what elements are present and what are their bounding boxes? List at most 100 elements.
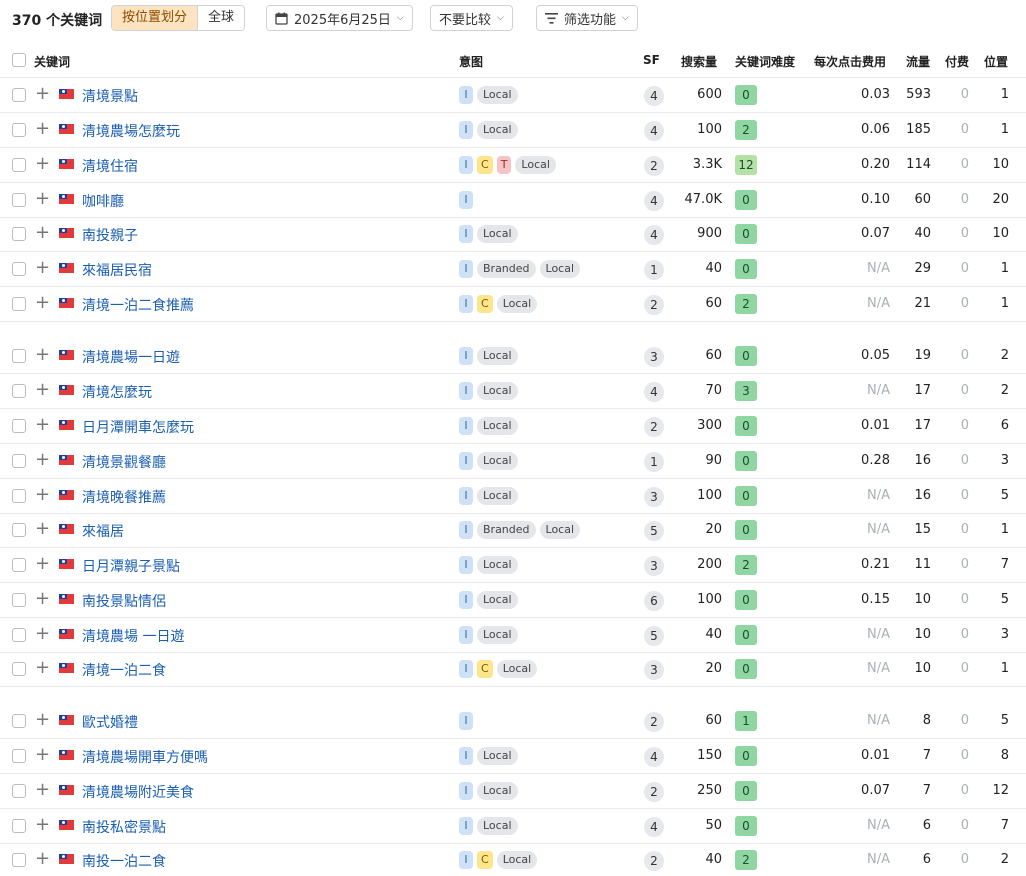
serp-features-count[interactable]: 4	[644, 86, 664, 106]
serp-features-count[interactable]: 3	[644, 660, 664, 680]
keyword-link[interactable]: 日月潭開車怎麼玩	[82, 417, 194, 437]
serp-features-count[interactable]: 5	[644, 626, 664, 646]
serp-features-count[interactable]: 1	[644, 260, 664, 280]
serp-features-count[interactable]: 2	[644, 851, 664, 871]
add-icon[interactable]: +	[35, 519, 50, 539]
position-value[interactable]: 8	[1001, 748, 1009, 763]
by-location-button[interactable]: 按位置划分	[112, 6, 198, 30]
position-value[interactable]: 1	[1001, 296, 1009, 311]
keyword-link[interactable]: 清境景觀餐廳	[82, 452, 166, 472]
position-value[interactable]: 1	[1001, 87, 1009, 102]
row-checkbox[interactable]	[12, 262, 26, 276]
add-icon[interactable]: +	[35, 745, 50, 765]
position-value[interactable]: 2	[1001, 852, 1009, 867]
keyword-link[interactable]: 南投景點情侶	[82, 591, 166, 611]
add-icon[interactable]: +	[35, 710, 50, 730]
position-value[interactable]: 7	[1001, 818, 1009, 833]
keyword-link[interactable]: 清境景點	[82, 86, 138, 106]
position-value[interactable]: 1	[1001, 661, 1009, 676]
compare-dropdown[interactable]: 不要比较 ⌵	[430, 5, 513, 31]
date-picker[interactable]: 2025年6月25日 ⌵	[266, 5, 413, 31]
row-checkbox[interactable]	[12, 558, 26, 572]
serp-features-count[interactable]: 4	[644, 191, 664, 211]
row-checkbox[interactable]	[12, 454, 26, 468]
add-icon[interactable]: +	[35, 154, 50, 174]
serp-features-count[interactable]: 3	[644, 487, 664, 507]
col-kd[interactable]: 关键词难度	[735, 53, 795, 70]
global-button[interactable]: 全球	[197, 6, 245, 30]
position-value[interactable]: 5	[1001, 488, 1009, 503]
row-checkbox[interactable]	[12, 749, 26, 763]
add-icon[interactable]: +	[35, 450, 50, 470]
position-value[interactable]: 2	[1001, 383, 1009, 398]
position-value[interactable]: 20	[992, 192, 1009, 207]
serp-features-count[interactable]: 2	[644, 712, 664, 732]
col-position[interactable]: 位置	[984, 53, 1008, 70]
keyword-link[interactable]: 清境晚餐推薦	[82, 487, 166, 507]
filter-dropdown[interactable]: 筛选功能 ⌵	[536, 5, 638, 31]
position-value[interactable]: 5	[1001, 713, 1009, 728]
add-icon[interactable]: +	[35, 293, 50, 313]
position-value[interactable]: 1	[1001, 522, 1009, 537]
add-icon[interactable]: +	[35, 624, 50, 644]
serp-features-count[interactable]: 6	[644, 591, 664, 611]
position-value[interactable]: 2	[1001, 348, 1009, 363]
position-value[interactable]: 1	[1001, 261, 1009, 276]
add-icon[interactable]: +	[35, 849, 50, 869]
row-checkbox[interactable]	[12, 419, 26, 433]
serp-features-count[interactable]: 3	[644, 347, 664, 367]
add-icon[interactable]: +	[35, 815, 50, 835]
add-icon[interactable]: +	[35, 780, 50, 800]
add-icon[interactable]: +	[35, 223, 50, 243]
add-icon[interactable]: +	[35, 658, 50, 678]
add-icon[interactable]: +	[35, 258, 50, 278]
keyword-link[interactable]: 南投私密景點	[82, 817, 166, 837]
row-checkbox[interactable]	[12, 123, 26, 137]
add-icon[interactable]: +	[35, 554, 50, 574]
serp-features-count[interactable]: 2	[644, 156, 664, 176]
add-icon[interactable]: +	[35, 119, 50, 139]
keyword-link[interactable]: 南投親子	[82, 225, 138, 245]
keyword-link[interactable]: 清境住宿	[82, 156, 138, 176]
add-icon[interactable]: +	[35, 84, 50, 104]
keyword-link[interactable]: 來福居	[82, 521, 124, 541]
serp-features-count[interactable]: 4	[644, 225, 664, 245]
keyword-link[interactable]: 清境一泊二食推薦	[82, 295, 194, 315]
keyword-link[interactable]: 清境農場怎麼玩	[82, 121, 180, 141]
col-sf[interactable]: SF	[643, 53, 660, 67]
col-intent[interactable]: 意图	[459, 53, 483, 70]
keyword-link[interactable]: 來福居民宿	[82, 260, 152, 280]
position-value[interactable]: 3	[1001, 453, 1009, 468]
serp-features-count[interactable]: 1	[644, 452, 664, 472]
add-icon[interactable]: +	[35, 380, 50, 400]
position-value[interactable]: 3	[1001, 627, 1009, 642]
serp-features-count[interactable]: 2	[644, 417, 664, 437]
col-paid[interactable]: 付费	[945, 53, 969, 70]
position-value[interactable]: 1	[1001, 122, 1009, 137]
serp-features-count[interactable]: 4	[644, 121, 664, 141]
select-all-checkbox[interactable]	[12, 53, 26, 67]
row-checkbox[interactable]	[12, 593, 26, 607]
add-icon[interactable]: +	[35, 345, 50, 365]
row-checkbox[interactable]	[12, 88, 26, 102]
row-checkbox[interactable]	[12, 714, 26, 728]
row-checkbox[interactable]	[12, 158, 26, 172]
row-checkbox[interactable]	[12, 853, 26, 867]
row-checkbox[interactable]	[12, 523, 26, 537]
keyword-link[interactable]: 南投一泊二食	[82, 851, 166, 871]
row-checkbox[interactable]	[12, 384, 26, 398]
position-value[interactable]: 7	[1001, 557, 1009, 572]
col-volume[interactable]: 搜索量	[681, 53, 717, 70]
row-checkbox[interactable]	[12, 662, 26, 676]
keyword-link[interactable]: 清境農場附近美食	[82, 782, 194, 802]
position-value[interactable]: 5	[1001, 592, 1009, 607]
add-icon[interactable]: +	[35, 589, 50, 609]
keyword-link[interactable]: 清境怎麼玩	[82, 382, 152, 402]
position-value[interactable]: 12	[992, 783, 1009, 798]
serp-features-count[interactable]: 2	[644, 782, 664, 802]
keyword-link[interactable]: 清境農場開車方便嗎	[82, 747, 208, 767]
keyword-link[interactable]: 咖啡廳	[82, 191, 124, 211]
add-icon[interactable]: +	[35, 485, 50, 505]
col-keyword[interactable]: 关键词	[34, 53, 70, 70]
col-cpc[interactable]: 每次点击费用	[814, 53, 886, 70]
